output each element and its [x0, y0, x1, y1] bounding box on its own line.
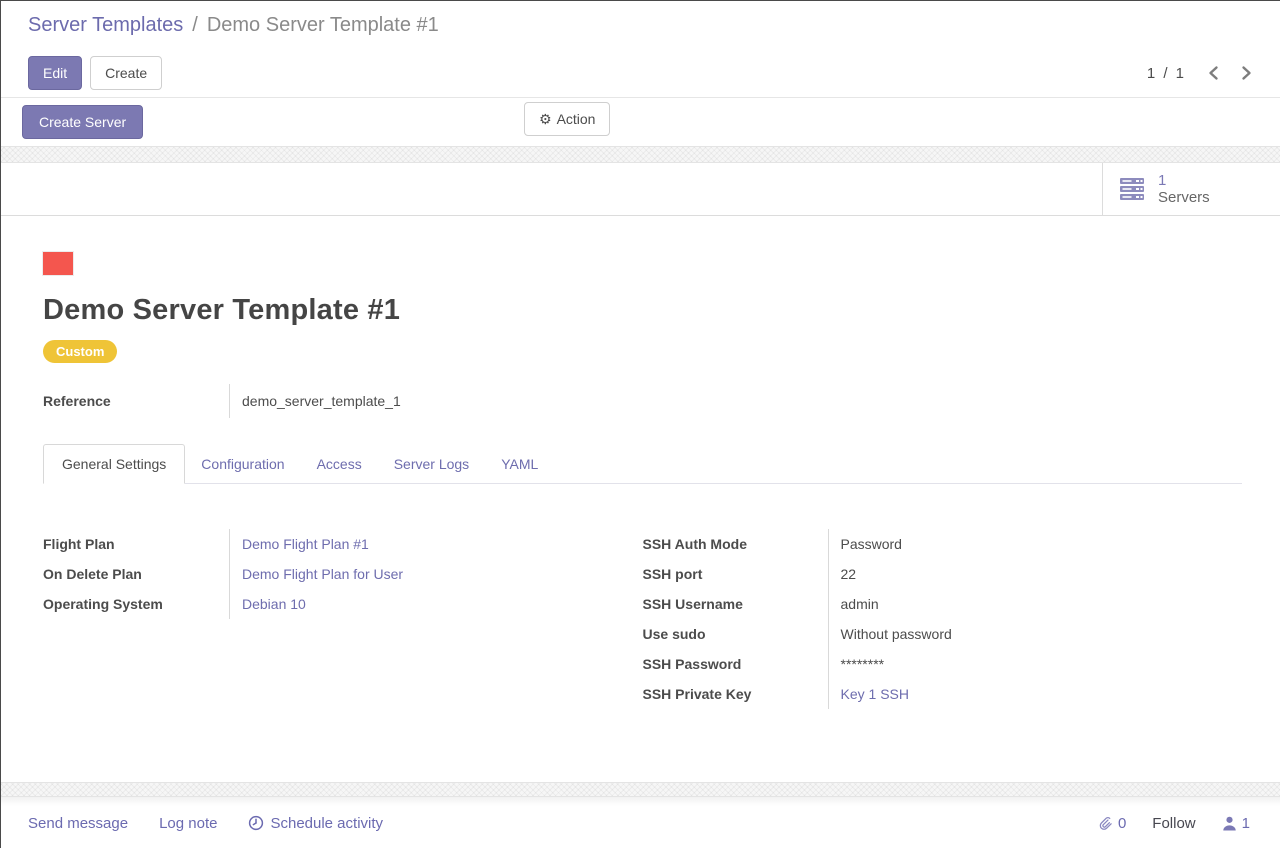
ssh-auth-mode-value: Password — [828, 529, 902, 559]
paperclip-icon — [1097, 814, 1114, 832]
stat-button-row: 1 Servers — [1, 163, 1280, 216]
reference-field-row: Reference demo_server_template_1 — [43, 384, 1242, 418]
flight-plan-link[interactable]: Demo Flight Plan #1 — [242, 536, 369, 552]
ssh-username-value: admin — [828, 589, 879, 619]
field-row-operating-system: Operating System Debian 10 — [43, 589, 643, 619]
tab-server-logs[interactable]: Server Logs — [378, 445, 485, 483]
background-strip — [1, 782, 1280, 797]
servers-count: 1 — [1158, 172, 1210, 189]
reference-value: demo_server_template_1 — [229, 384, 401, 418]
field-column-right: SSH Auth Mode Password SSH port 22 SSH U… — [643, 529, 1243, 709]
follow-button[interactable]: Follow — [1152, 815, 1195, 832]
create-button[interactable]: Create — [90, 56, 162, 90]
on-delete-plan-link[interactable]: Demo Flight Plan for User — [242, 566, 403, 582]
breadcrumb-current: Demo Server Template #1 — [207, 14, 439, 37]
form-sheet: 1 Servers Demo Server Template #1 Custom… — [1, 163, 1280, 782]
reference-label: Reference — [43, 384, 229, 418]
tab-configuration[interactable]: Configuration — [185, 445, 300, 483]
toolbar: Edit Create ⚙Action 1 / 1 — [1, 49, 1280, 98]
followers-button[interactable]: 1 — [1222, 815, 1250, 832]
servers-label: Servers — [1158, 189, 1210, 206]
field-label: SSH Username — [643, 589, 828, 619]
tab-general-settings[interactable]: General Settings — [43, 444, 185, 484]
header-action-bar: Create Server — [1, 98, 1280, 146]
edit-button[interactable]: Edit — [28, 56, 82, 90]
field-column-left: Flight Plan Demo Flight Plan #1 On Delet… — [43, 529, 643, 709]
schedule-activity-label: Schedule activity — [270, 815, 383, 832]
tab-access[interactable]: Access — [301, 445, 378, 483]
pager-next-button[interactable] — [1241, 65, 1252, 81]
record-image[interactable] — [43, 252, 73, 275]
field-label: Flight Plan — [43, 529, 229, 559]
field-grid: Flight Plan Demo Flight Plan #1 On Delet… — [43, 529, 1242, 709]
field-label: On Delete Plan — [43, 559, 229, 589]
breadcrumb-parent-link[interactable]: Server Templates — [28, 14, 183, 37]
ssh-port-value: 22 — [828, 559, 857, 589]
chatter-actions: Send message Log note Schedule activity — [28, 815, 383, 832]
field-row-use-sudo: Use sudo Without password — [643, 619, 1243, 649]
schedule-activity-button[interactable]: Schedule activity — [248, 815, 383, 832]
control-panel: Server Templates / Demo Server Template … — [1, 1, 1280, 146]
field-label: Operating System — [43, 589, 229, 619]
field-row-ssh-password: SSH Password ******** — [643, 649, 1243, 679]
pager-previous-button[interactable] — [1208, 65, 1219, 81]
breadcrumb: Server Templates / Demo Server Template … — [1, 1, 1280, 49]
breadcrumb-separator: / — [192, 14, 198, 37]
field-label: SSH Auth Mode — [643, 529, 828, 559]
field-label: Use sudo — [643, 619, 828, 649]
create-server-button[interactable]: Create Server — [22, 105, 143, 139]
ssh-password-value: ******** — [828, 649, 885, 679]
clock-icon — [248, 815, 264, 831]
pager-value: 1 / 1 — [1147, 65, 1186, 82]
action-button-label: Action — [557, 111, 596, 127]
servers-stat-button[interactable]: 1 Servers — [1102, 163, 1280, 215]
log-note-button[interactable]: Log note — [159, 815, 217, 832]
record-title: Demo Server Template #1 — [43, 294, 1242, 327]
chevron-right-icon — [1241, 65, 1252, 81]
field-label: SSH Private Key — [643, 679, 828, 709]
notebook-tabs: General Settings Configuration Access Se… — [43, 444, 1242, 484]
custom-badge: Custom — [43, 340, 117, 363]
attachments-button[interactable]: 0 — [1097, 814, 1126, 832]
background-strip — [1, 146, 1280, 163]
chevron-left-icon — [1208, 65, 1219, 81]
chatter-bar: Send message Log note Schedule activity … — [1, 797, 1280, 848]
field-row-on-delete-plan: On Delete Plan Demo Flight Plan for User — [43, 559, 643, 589]
person-icon — [1222, 816, 1237, 831]
servers-icon — [1119, 177, 1147, 201]
ssh-private-key-link[interactable]: Key 1 SSH — [841, 686, 909, 702]
gear-icon: ⚙ — [539, 111, 552, 127]
tab-yaml[interactable]: YAML — [485, 445, 554, 483]
field-row-ssh-username: SSH Username admin — [643, 589, 1243, 619]
field-label: SSH Password — [643, 649, 828, 679]
action-button[interactable]: ⚙ Action — [524, 102, 610, 136]
use-sudo-value: Without password — [828, 619, 952, 649]
sheet-body: Demo Server Template #1 Custom Reference… — [1, 216, 1280, 709]
send-message-button[interactable]: Send message — [28, 815, 128, 832]
field-row-ssh-private-key: SSH Private Key Key 1 SSH — [643, 679, 1243, 709]
field-row-ssh-auth-mode: SSH Auth Mode Password — [643, 529, 1243, 559]
attachments-count: 0 — [1118, 815, 1126, 832]
pager: 1 / 1 — [1147, 49, 1252, 97]
field-row-flight-plan: Flight Plan Demo Flight Plan #1 — [43, 529, 643, 559]
chatter-meta: 0 Follow 1 — [1097, 814, 1250, 832]
field-label: SSH port — [643, 559, 828, 589]
operating-system-link[interactable]: Debian 10 — [242, 596, 306, 612]
followers-count: 1 — [1242, 815, 1250, 832]
field-row-ssh-port: SSH port 22 — [643, 559, 1243, 589]
